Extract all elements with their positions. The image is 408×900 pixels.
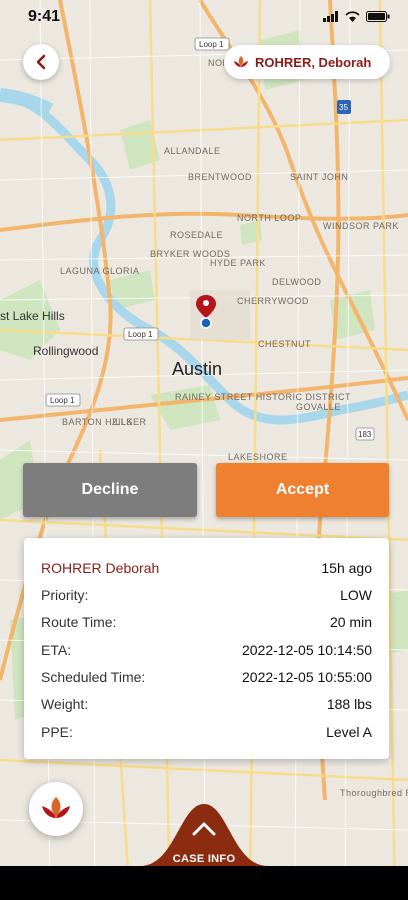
ppe-value: Level A (326, 724, 372, 740)
bottom-bar (0, 866, 408, 900)
back-button[interactable] (23, 44, 59, 80)
hwy183-shield: 183 (358, 430, 372, 439)
case-patient-name: ROHRER Deborah (41, 560, 160, 576)
loop1-shield-north: Loop 1 (199, 40, 224, 49)
decline-button[interactable]: Decline (23, 463, 197, 517)
map-view[interactable]: NORTH CAM ALLANDALE BRENTWOOD SAINT JOHN… (0, 0, 408, 900)
back-chevron-icon (36, 54, 46, 70)
signal-icon (323, 11, 338, 22)
map-label-chestnut: CHESTNUT (258, 339, 311, 349)
map-label-austin: Austin (172, 359, 222, 379)
map-label-brentwood: BRENTWOOD (188, 172, 252, 182)
loop1-shield-south: Loop 1 (50, 396, 75, 405)
map-label-thoroughbred: Thoroughbred Ranchettes (340, 788, 408, 798)
scheduled-time-value: 2022-12-05 10:55:00 (242, 669, 372, 685)
i35-shield: 35 (339, 103, 348, 112)
case-row-route-time: Route Time: 20 min (41, 614, 372, 630)
map-label-rainey-street: RAINEY STREET HISTORIC DISTRICT (175, 392, 351, 402)
wifi-icon (345, 11, 360, 22)
priority-label: Priority: (41, 587, 89, 603)
eta-value: 2022-12-05 10:14:50 (242, 642, 372, 658)
map-label-govalle: GOVALLE (296, 402, 341, 412)
case-age: 15h ago (321, 560, 372, 576)
map-label-hyde-park: HYDE PARK (210, 258, 266, 268)
current-location-icon (200, 317, 212, 329)
map-label-west-lake-hills: st Lake Hills (0, 309, 65, 323)
eta-label: ETA: (41, 642, 72, 658)
priority-value: LOW (340, 587, 372, 603)
map-label-zilker: ZILKER (112, 417, 147, 427)
case-header-row: ROHRER Deborah 15h ago (41, 560, 372, 576)
ppe-label: PPE: (41, 724, 73, 740)
status-bar: 9:41 (0, 0, 408, 36)
scheduled-time-label: Scheduled Time: (41, 669, 146, 685)
map-label-cherrywood: CHERRYWOOD (237, 296, 309, 306)
weight-label: Weight: (41, 696, 89, 712)
map-label-north-loop: NORTH LOOP (237, 213, 301, 223)
case-row-weight: Weight: 188 lbs (41, 696, 372, 712)
map-label-rollingwood: Rollingwood (33, 344, 98, 358)
weight-value: 188 lbs (326, 696, 372, 712)
map-label-allandale: ALLANDALE (164, 146, 221, 156)
map-label-lakeshore: LAKESHORE (228, 452, 288, 462)
case-row-ppe: PPE: Level A (41, 724, 372, 740)
case-row-scheduled-time: Scheduled Time: 2022-12-05 10:55:00 (41, 669, 372, 685)
route-time-label: Route Time: (41, 614, 117, 630)
loop1-shield-center: Loop 1 (128, 330, 153, 339)
patient-chip[interactable]: ROHRER, Deborah (224, 45, 390, 79)
battery-icon (366, 11, 390, 22)
map-label-delwood: DELWOOD (272, 277, 321, 287)
case-info-card: ROHRER Deborah 15h ago Priority: LOW Rou… (24, 538, 389, 759)
case-info-label[interactable]: CASE INFO (0, 853, 408, 865)
case-row-eta: ETA: 2022-12-05 10:14:50 (41, 642, 372, 658)
map-label-laguna-gloria: LAGUNA GLORIA (60, 266, 140, 276)
map-label-rosedale: ROSEDALE (170, 230, 223, 240)
leaf-logo-icon (234, 56, 248, 67)
accept-button[interactable]: Accept (216, 463, 389, 517)
case-row-priority: Priority: LOW (41, 587, 372, 603)
status-time: 9:41 (28, 8, 61, 25)
route-time-value: 20 min (329, 614, 372, 630)
map-label-windsor-park: WINDSOR PARK (323, 221, 399, 231)
patient-chip-name: ROHRER, Deborah (255, 54, 372, 70)
map-label-saint-john: SAINT JOHN (290, 172, 348, 182)
